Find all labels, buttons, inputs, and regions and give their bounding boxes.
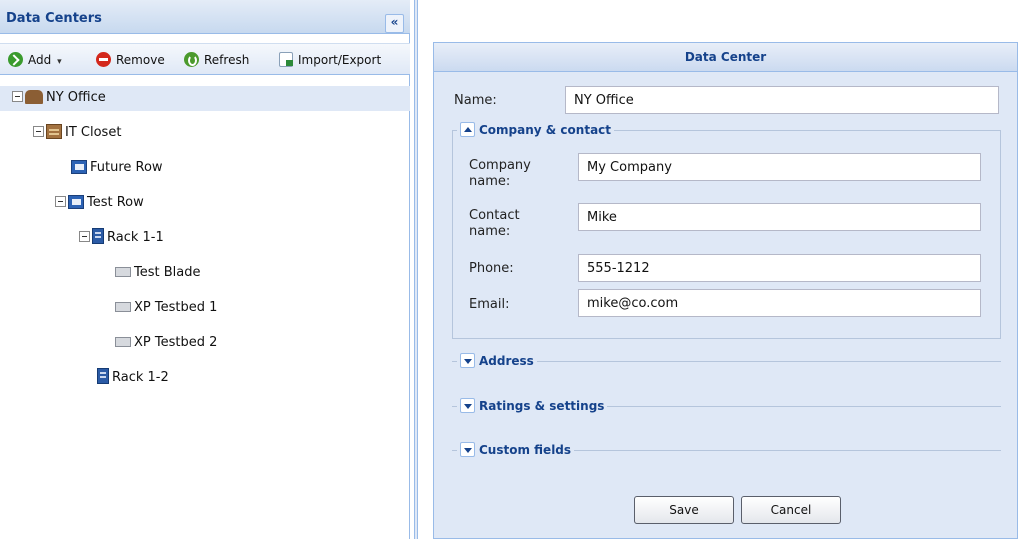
tree-node-label: Future Row: [90, 160, 163, 175]
tree-node-label: IT Closet: [65, 125, 122, 140]
remove-button[interactable]: Remove: [96, 52, 165, 70]
company-name-label-line2: name:: [469, 174, 511, 189]
blade-icon: [115, 267, 131, 277]
form-title: Data Center: [434, 43, 1017, 72]
collapse-toggle-icon[interactable]: [79, 231, 90, 242]
email-label: Email:: [469, 297, 510, 312]
company-name-label: Company name:: [469, 158, 531, 190]
import-export-button-label: Import/Export: [298, 53, 382, 67]
collapse-toggle-icon[interactable]: [55, 196, 66, 207]
remove-icon: [96, 52, 111, 67]
tree-node-xp-testbed-1[interactable]: XP Testbed 1: [115, 298, 217, 318]
name-field[interactable]: [565, 86, 999, 114]
ratings-section-legend[interactable]: Ratings & settings: [457, 398, 608, 413]
add-button-label: Add: [28, 53, 52, 67]
row-icon: [68, 195, 84, 209]
tree-node-test-blade[interactable]: Test Blade: [115, 263, 200, 283]
office-icon: [25, 90, 43, 104]
add-icon: [8, 52, 23, 67]
collapse-toggle-icon[interactable]: [33, 126, 44, 137]
tree-node-label: XP Testbed 2: [134, 335, 218, 350]
add-button[interactable]: Add ▾: [8, 52, 62, 70]
tree-node-rack-1-1[interactable]: Rack 1-1: [79, 228, 164, 248]
blade-icon: [115, 337, 131, 347]
custom-fields-section-label: Custom fields: [479, 443, 572, 457]
contact-name-label-line2: name:: [469, 224, 511, 239]
row-icon: [71, 160, 87, 174]
dropdown-caret-icon: ▾: [57, 57, 62, 67]
tree-node-rack-1-2[interactable]: Rack 1-2: [97, 368, 169, 388]
expand-down-icon[interactable]: [460, 442, 475, 457]
collapse-panel-button[interactable]: «: [385, 14, 404, 33]
save-button[interactable]: Save: [634, 496, 734, 524]
refresh-button[interactable]: Refresh: [184, 52, 249, 70]
tree-node-label: Test Blade: [134, 265, 201, 280]
custom-fields-section-legend[interactable]: Custom fields: [457, 442, 575, 457]
closet-icon: [46, 124, 62, 139]
company-name-field[interactable]: [578, 153, 981, 181]
cancel-button[interactable]: Cancel: [741, 496, 841, 524]
company-contact-legend[interactable]: Company & contact: [457, 122, 615, 137]
contact-name-field[interactable]: [578, 203, 981, 231]
company-name-label-line1: Company: [469, 158, 531, 173]
tree-node-label: NY Office: [46, 90, 106, 105]
tree-toolbar: Add ▾ Remove Refresh Import/Export: [0, 43, 410, 75]
name-label: Name:: [454, 93, 497, 108]
tree-node-xp-testbed-2[interactable]: XP Testbed 2: [115, 333, 217, 353]
address-section-label: Address: [479, 354, 534, 368]
tree-node-it-closet[interactable]: IT Closet: [33, 123, 121, 143]
panel-splitter[interactable]: [414, 0, 418, 539]
panel-header: Data Centers «: [0, 0, 410, 34]
refresh-button-label: Refresh: [204, 53, 250, 67]
phone-label: Phone:: [469, 261, 514, 276]
collapse-toggle-icon[interactable]: [12, 91, 23, 102]
tree-node-test-row[interactable]: Test Row: [55, 193, 144, 213]
email-field[interactable]: [578, 289, 981, 317]
import-export-button[interactable]: Import/Export: [279, 52, 381, 70]
expand-down-icon[interactable]: [460, 353, 475, 368]
rack-icon: [97, 368, 109, 384]
tree-node-label: Rack 1-1: [107, 230, 164, 245]
phone-field[interactable]: [578, 254, 981, 282]
expand-down-icon[interactable]: [460, 398, 475, 413]
data-centers-panel: Data Centers « Add ▾ Remove Refresh Impo…: [0, 0, 410, 539]
collapse-up-icon[interactable]: [460, 122, 475, 137]
data-center-form: Data Center Name: Company & contact Comp…: [433, 42, 1018, 539]
contact-name-label: Contact name:: [469, 208, 520, 240]
tree-node-future-row[interactable]: Future Row: [71, 158, 163, 178]
ratings-section-label: Ratings & settings: [479, 399, 605, 413]
blade-icon: [115, 302, 131, 312]
tree-node-label: Rack 1-2: [112, 370, 169, 385]
rack-icon: [92, 228, 104, 244]
tree-node-label: XP Testbed 1: [134, 300, 218, 315]
panel-title: Data Centers: [6, 11, 102, 26]
contact-name-label-line1: Contact: [469, 208, 520, 223]
company-contact-legend-label: Company & contact: [479, 123, 612, 137]
tree-node-label: Test Row: [87, 195, 144, 210]
import-export-icon: [279, 52, 293, 67]
address-section-legend[interactable]: Address: [457, 353, 537, 368]
tree-node-ny-office[interactable]: NY Office: [12, 88, 106, 108]
remove-button-label: Remove: [116, 53, 165, 67]
refresh-icon: [184, 52, 199, 67]
